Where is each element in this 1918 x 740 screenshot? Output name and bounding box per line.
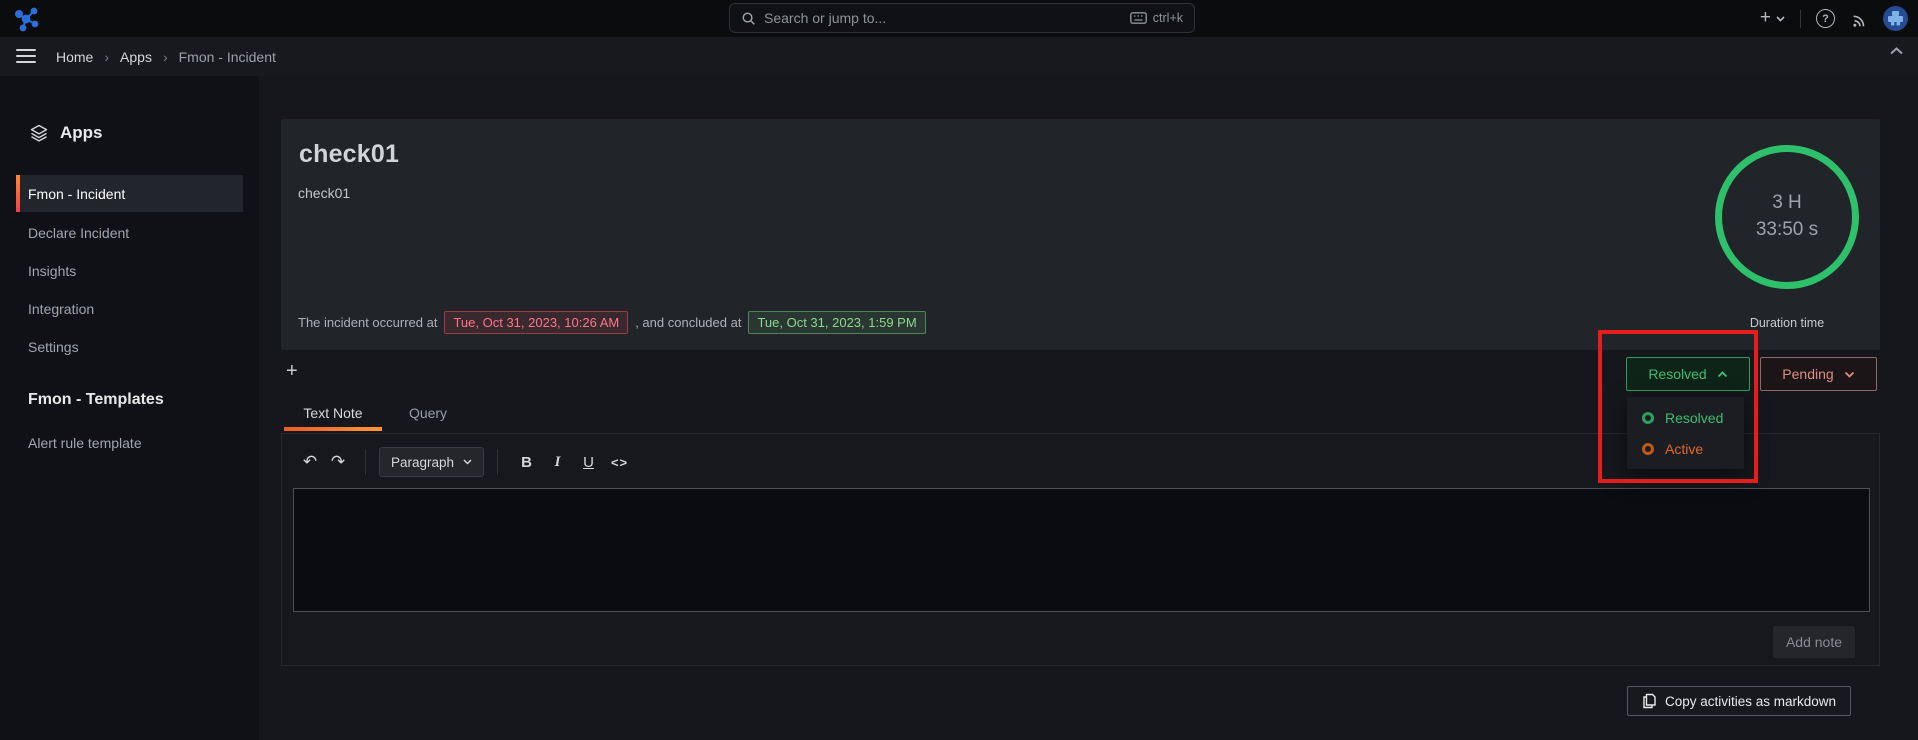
sidebar-item-label: Alert rule template xyxy=(28,435,142,451)
sidebar-item-fmon-incident[interactable]: Fmon - Incident xyxy=(16,175,243,212)
italic-button[interactable]: I xyxy=(542,454,573,471)
pending-button-label: Pending xyxy=(1782,366,1833,382)
menu-toggle-icon[interactable] xyxy=(16,49,36,63)
search-box[interactable]: ctrl+k xyxy=(729,3,1195,33)
chevron-down-icon xyxy=(463,459,472,465)
resolved-status-icon xyxy=(1642,412,1654,424)
chevron-up-icon[interactable] xyxy=(1889,46,1904,56)
sidebar: Apps Fmon - Incident Declare Incident In… xyxy=(0,76,259,740)
help-icon[interactable]: ? xyxy=(1816,9,1835,28)
breadcrumb-separator: › xyxy=(163,49,168,65)
menu-item-label: Resolved xyxy=(1665,410,1723,426)
topbar-divider xyxy=(1800,10,1801,28)
copy-activities-label: Copy activities as markdown xyxy=(1665,694,1836,709)
app-window: ctrl+k + ? xyxy=(0,0,1918,740)
breadcrumb-current: Fmon - Incident xyxy=(179,49,276,65)
add-activity-button[interactable]: + xyxy=(286,360,298,383)
menu-item-label: Active xyxy=(1665,441,1703,457)
duration-gauge: 3 H 33:50 s xyxy=(1715,145,1859,289)
plus-icon: + xyxy=(1760,8,1771,27)
resolved-button-label: Resolved xyxy=(1648,366,1706,382)
chevron-down-icon xyxy=(1844,371,1855,378)
copy-icon xyxy=(1642,693,1656,709)
sidebar-item-label: Settings xyxy=(28,339,79,355)
duration-label: Duration time xyxy=(1715,316,1859,330)
chevron-down-icon xyxy=(1776,16,1785,22)
incident-timeline: The incident occurred at Tue, Oct 31, 20… xyxy=(298,311,926,334)
occurred-time-badge: Tue, Oct 31, 2023, 10:26 AM xyxy=(444,311,628,334)
sidebar-apps-label: Apps xyxy=(60,123,103,143)
pending-status-button[interactable]: Pending xyxy=(1760,357,1877,391)
breadcrumb-bar: Home › Apps › Fmon - Incident xyxy=(0,37,1918,76)
concluded-time-badge: Tue, Oct 31, 2023, 1:59 PM xyxy=(748,311,925,334)
copy-activities-button[interactable]: Copy activities as markdown xyxy=(1627,686,1851,716)
paragraph-style-dropdown[interactable]: Paragraph xyxy=(379,447,484,477)
tab-text-note[interactable]: Text Note xyxy=(284,399,382,429)
code-button[interactable]: <> xyxy=(604,455,635,470)
redo-icon[interactable]: ↷ xyxy=(324,452,352,472)
active-status-icon xyxy=(1642,443,1654,455)
chevron-up-icon xyxy=(1717,371,1728,378)
sidebar-item-integration[interactable]: Integration xyxy=(28,294,94,324)
duration-hours: 3 H xyxy=(1772,190,1802,217)
keyboard-icon xyxy=(1130,12,1147,24)
undo-icon[interactable]: ↶ xyxy=(296,452,324,472)
sidebar-item-label: Fmon - Incident xyxy=(28,186,125,202)
editor-toolbar: ↶ ↷ Paragraph B I U <> xyxy=(296,446,635,478)
add-menu-button[interactable]: + xyxy=(1760,10,1785,27)
sidebar-templates-header: Fmon - Templates xyxy=(28,391,164,409)
breadcrumb-home[interactable]: Home xyxy=(56,49,93,65)
sidebar-apps-header: Apps xyxy=(29,123,103,143)
bold-button[interactable]: B xyxy=(511,454,542,471)
menu-item-active[interactable]: Active xyxy=(1627,433,1744,464)
timeline-middle: , and concluded at xyxy=(635,315,741,330)
sidebar-item-alert-rule-template[interactable]: Alert rule template xyxy=(28,428,142,458)
top-navbar: ctrl+k + ? xyxy=(0,0,1918,37)
sidebar-item-insights[interactable]: Insights xyxy=(28,256,76,286)
toolbar-divider xyxy=(497,449,498,475)
breadcrumb-separator: › xyxy=(104,49,109,65)
toolbar-divider xyxy=(365,449,366,475)
breadcrumb: Home › Apps › Fmon - Incident xyxy=(56,37,276,76)
incident-panel: check01 check01 The incident occurred at… xyxy=(281,119,1880,350)
sidebar-item-label: Integration xyxy=(28,301,94,317)
grafana-logo-icon[interactable] xyxy=(13,5,40,32)
layers-icon xyxy=(29,123,49,143)
sidebar-item-settings[interactable]: Settings xyxy=(28,332,79,362)
topbar-actions: + ? xyxy=(1760,0,1908,37)
timeline-prefix: The incident occurred at xyxy=(298,315,437,330)
rss-news-icon[interactable] xyxy=(1850,10,1868,28)
sidebar-item-label: Declare Incident xyxy=(28,225,129,241)
status-dropdown-menu: Resolved Active xyxy=(1627,397,1744,469)
incident-title: check01 xyxy=(299,140,399,169)
add-note-button[interactable]: Add note xyxy=(1773,626,1855,658)
menu-item-resolved[interactable]: Resolved xyxy=(1627,402,1744,433)
duration-seconds: 33:50 s xyxy=(1756,217,1818,244)
search-shortcut: ctrl+k xyxy=(1130,11,1183,25)
search-input[interactable] xyxy=(764,10,1122,26)
paragraph-label: Paragraph xyxy=(391,455,454,470)
sidebar-item-label: Insights xyxy=(28,263,76,279)
user-avatar[interactable] xyxy=(1883,6,1908,31)
incident-description: check01 xyxy=(298,185,350,201)
search-shortcut-label: ctrl+k xyxy=(1153,11,1183,25)
search-icon xyxy=(741,11,756,26)
resolved-status-button[interactable]: Resolved xyxy=(1626,357,1750,391)
breadcrumb-apps[interactable]: Apps xyxy=(120,49,152,65)
sidebar-item-declare-incident[interactable]: Declare Incident xyxy=(28,218,129,248)
note-input[interactable] xyxy=(293,488,1870,612)
underline-button[interactable]: U xyxy=(573,454,604,471)
tab-query[interactable]: Query xyxy=(395,399,461,429)
